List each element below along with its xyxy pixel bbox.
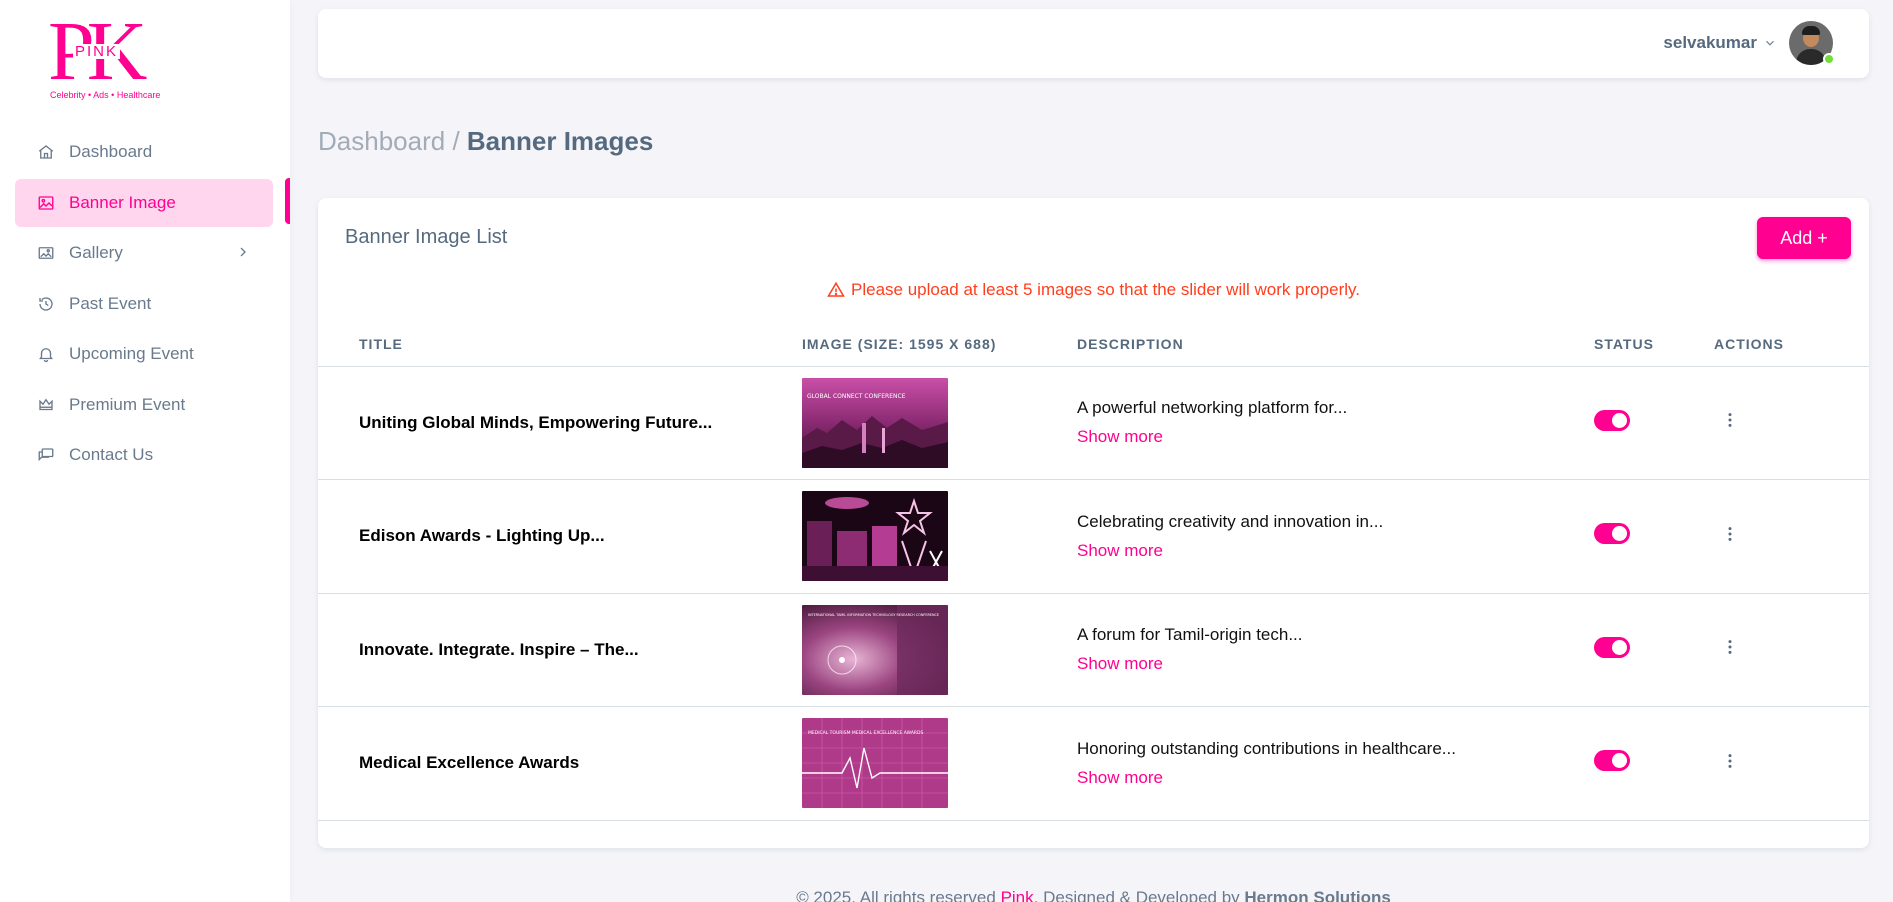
warning-message: Please upload at least 5 images so that … [318,280,1869,300]
card-title: Banner Image List [345,226,508,248]
thumbnail-caption: INTERNATIONAL TAMIL INFORMATION TECHNOLO… [808,613,939,617]
sidebar-item-upcoming-event[interactable]: Upcoming Event [15,330,273,378]
username: selvakumar [1663,33,1757,52]
column-header-description: DESCRIPTION [1077,322,1594,367]
show-more-link[interactable]: Show more [1077,768,1163,788]
warning-triangle-icon [827,281,845,299]
sidebar-item-banner-image[interactable]: Banner Image [15,178,273,227]
row-title: Medical Excellence Awards [359,753,580,773]
column-header-image: IMAGE (SIZE: 1595 X 688) [802,322,1077,367]
sidebar: PK PINK Celebrity • Ads • Healthcare Das… [0,0,290,902]
thumbnail-caption: MEDICAL TOURISM MEDICAL EXCELLENCE AWARD… [808,730,923,736]
show-more-link[interactable]: Show more [1077,427,1163,447]
row-title: Innovate. Integrate. Inspire – The... [359,639,639,659]
sidebar-item-gallery[interactable]: Gallery [15,229,273,277]
table-row: Medical Excellence Awards MEDICAL TOURIS… [318,706,1869,821]
breadcrumb-separator: / [452,126,460,156]
footer-brand-link[interactable]: Pink [1001,888,1034,902]
avatar[interactable] [1789,21,1835,65]
status-toggle[interactable] [1594,409,1630,431]
status-toggle[interactable] [1594,636,1630,658]
row-description: Honoring outstanding contributions in he… [1077,738,1456,758]
thumbnail-caption: GLOBAL CONNECT CONFERENCE [807,393,906,400]
sidebar-item-label: Dashboard [69,142,153,161]
row-title: Uniting Global Minds, Empowering Future.… [359,412,713,432]
more-vertical-icon[interactable] [1720,410,1740,430]
column-header-title: TITLE [318,322,802,367]
online-status-dot [1823,53,1835,65]
banner-list-card: Banner Image List Add + Please upload at… [318,198,1869,848]
sidebar-item-label: Gallery [69,243,123,262]
row-description: A powerful networking platform for... [1077,398,1348,418]
banner-thumbnail[interactable]: INTERNATIONAL TAMIL INFORMATION TECHNOLO… [802,604,948,695]
status-toggle[interactable] [1594,750,1630,772]
breadcrumb: Dashboard / Banner Images [318,126,653,157]
banner-thumbnail[interactable]: GLOBAL CONNECT CONFERENCE [802,377,948,468]
table-header-row: TITLE IMAGE (SIZE: 1595 X 688) DESCRIPTI… [318,322,1869,367]
chat-icon [37,446,55,464]
footer-credit-text: , Designed & Developed by [1033,888,1240,902]
logo-tagline: Celebrity • Ads • Healthcare [50,90,161,100]
row-description: A forum for Tamil-origin tech... [1077,625,1303,645]
footer-company-link[interactable]: Hermon Solutions [1244,888,1390,902]
sidebar-item-premium-event[interactable]: Premium Event [15,381,273,429]
breadcrumb-parent[interactable]: Dashboard [318,126,445,156]
chevron-right-icon [235,244,251,260]
sidebar-nav: Dashboard Banner Image Gallery Past Even… [15,128,273,482]
top-navbar: selvakumar [318,9,1869,78]
table-row: Edison Awards - Lighting Up... Celebrati… [318,479,1869,594]
sidebar-item-contact-us[interactable]: Contact Us [15,431,273,479]
sidebar-item-label: Past Event [69,293,152,313]
banner-table: TITLE IMAGE (SIZE: 1595 X 688) DESCRIPTI… [318,322,1869,821]
more-vertical-icon[interactable] [1720,637,1740,657]
column-header-status: STATUS [1594,322,1714,367]
row-title: Edison Awards - Lighting Up... [359,526,605,546]
history-icon [37,295,55,313]
table-row: Innovate. Integrate. Inspire – The... IN… [318,593,1869,707]
home-icon [37,143,55,161]
sidebar-item-past-event[interactable]: Past Event [15,280,273,328]
sidebar-item-label: Banner Image [69,192,176,212]
more-vertical-icon[interactable] [1720,751,1740,771]
page-title: Banner Images [466,126,654,156]
image-icon [37,194,55,212]
more-vertical-icon[interactable] [1720,524,1740,544]
show-more-link[interactable]: Show more [1077,654,1163,674]
warning-text: Please upload at least 5 images so that … [851,280,1360,299]
crown-icon [37,396,55,414]
sidebar-item-label: Premium Event [69,394,186,414]
active-indicator [285,178,290,224]
sidebar-item-label: Contact Us [69,445,154,464]
table-row: Uniting Global Minds, Empowering Future.… [318,366,1869,480]
banner-thumbnail[interactable]: MEDICAL TOURISM MEDICAL EXCELLENCE AWARD… [802,718,948,809]
sidebar-item-dashboard[interactable]: Dashboard [15,128,273,176]
column-header-actions: ACTIONS [1714,322,1869,367]
user-menu[interactable]: selvakumar [1663,21,1835,65]
bell-icon [37,345,55,363]
add-button[interactable]: Add + [1757,217,1851,259]
row-description: Celebrating creativity and innovation in… [1077,511,1384,531]
banner-thumbnail[interactable] [802,491,948,582]
footer: © 2025, All rights reserved Pink, Design… [318,888,1869,902]
footer-copyright: © 2025, All rights reserved [796,888,996,902]
sidebar-item-label: Upcoming Event [69,344,194,363]
brand-logo[interactable]: PK PINK Celebrity • Ads • Healthcare [48,10,168,106]
status-toggle[interactable] [1594,523,1630,545]
logo-word: PINK [73,43,121,60]
chevron-down-icon [1763,36,1777,50]
gallery-icon [37,244,55,262]
show-more-link[interactable]: Show more [1077,541,1163,561]
